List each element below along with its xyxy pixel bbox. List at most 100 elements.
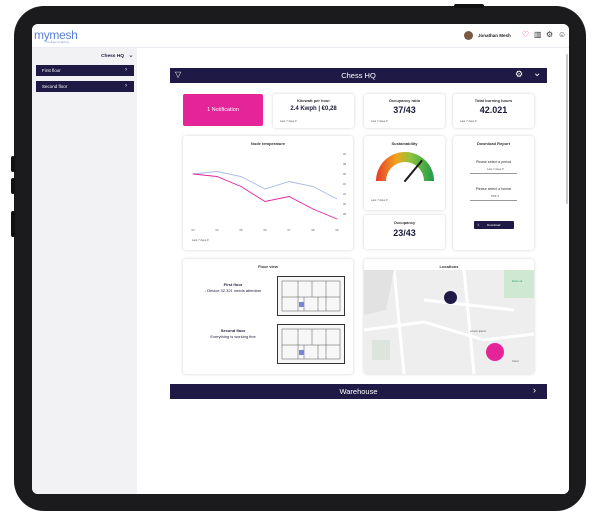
chevron-right-icon[interactable]: › bbox=[533, 385, 536, 395]
chevron-down-icon: ▾ bbox=[502, 167, 504, 171]
side-button bbox=[11, 211, 15, 237]
avatar[interactable] bbox=[464, 31, 473, 40]
floor-status: - Device 32.321 needs attention bbox=[204, 287, 262, 293]
app-screen: mymesh intelligent lighting Jonathan Mes… bbox=[32, 24, 569, 494]
sidebar-item-second-floor[interactable]: Second floor › bbox=[36, 81, 134, 92]
kwh-range[interactable]: Last 7 days ▾ bbox=[280, 119, 297, 123]
floor-view-title: Floor view bbox=[258, 264, 278, 269]
map-marker[interactable] bbox=[486, 343, 504, 361]
data-point bbox=[240, 176, 242, 177]
chevron-down-icon: ▾ bbox=[295, 119, 297, 123]
data-point bbox=[264, 201, 266, 202]
floorplan-drawing bbox=[281, 280, 341, 312]
floor-second-text[interactable]: Second floor Everything is working fine bbox=[193, 328, 273, 339]
series-line bbox=[192, 173, 338, 220]
stats-icon[interactable]: ▥ bbox=[534, 30, 542, 40]
y-tick-label: 40 bbox=[343, 152, 346, 156]
floor-status: Everything is working fine bbox=[210, 333, 256, 339]
data-point bbox=[336, 198, 338, 200]
burning-hours-card: Total burning hours 42.021 Last 7 days ▾ bbox=[453, 94, 534, 128]
period-select[interactable]: Last 7 days ▾ bbox=[487, 167, 504, 171]
map-label: Lorem ipsum bbox=[470, 329, 487, 333]
download-report-card: Download Report Please select a period L… bbox=[453, 136, 534, 250]
format-select[interactable]: PDF ▾ bbox=[491, 194, 499, 198]
x-tick-label: 08 bbox=[312, 228, 315, 232]
chevron-down-icon: ▾ bbox=[475, 119, 477, 123]
x-tick-label: 05 bbox=[240, 228, 243, 232]
location-header[interactable]: Warehouse › bbox=[170, 384, 547, 399]
tablet-frame: mymesh intelligent lighting Jonathan Mes… bbox=[11, 4, 586, 511]
volume-button bbox=[11, 178, 15, 194]
data-point bbox=[240, 186, 242, 187]
floor-plan-second[interactable] bbox=[277, 324, 345, 364]
occupancy-ratio-value: 37/43 bbox=[393, 105, 416, 115]
kwh-card: Kilowatt per hour 2.4 Kwph | €0,28 Last … bbox=[273, 94, 354, 128]
chart-range[interactable]: Last 7 days ▾ bbox=[192, 238, 209, 242]
sidebar-title[interactable]: Chess HQ bbox=[32, 54, 124, 59]
occupancy-card: Occupancy 23/43 bbox=[364, 215, 445, 249]
y-tick-label: 38 bbox=[343, 162, 346, 166]
data-point bbox=[336, 218, 338, 220]
chevron-down-icon: ▾ bbox=[207, 238, 209, 242]
main-content: ▽ Chess HQ ⚙ ⌄ 1 Notification Kilowatt p… bbox=[137, 48, 569, 494]
volume-button bbox=[11, 156, 15, 172]
divider bbox=[470, 200, 517, 201]
format-label: Please select a format bbox=[475, 187, 512, 191]
download-icon: ↧ bbox=[477, 222, 480, 227]
gauge-needle bbox=[404, 159, 423, 182]
data-point bbox=[264, 188, 266, 190]
notification-button[interactable]: 1 Notification bbox=[183, 94, 263, 126]
location-title: Warehouse bbox=[339, 387, 378, 396]
sustainability-gauge bbox=[376, 152, 434, 182]
y-tick-label: 32 bbox=[343, 192, 346, 196]
chevron-right-icon: › bbox=[125, 67, 127, 73]
temperature-chart: 03 04 05 06 07 08 09 28 30 32 34 36 38 40 bbox=[192, 152, 347, 232]
x-tick-label: 06 bbox=[264, 228, 267, 232]
occupancy-ratio-range[interactable]: Last 7 days ▾ bbox=[371, 119, 388, 123]
floor-first-text[interactable]: First floor - Device 32.321 needs attent… bbox=[193, 282, 273, 293]
scrollbar[interactable] bbox=[566, 54, 568, 204]
burning-hours-range[interactable]: Last 7 days ▾ bbox=[460, 119, 477, 123]
floor-plan-first[interactable] bbox=[277, 276, 345, 316]
chevron-down-icon: ▾ bbox=[386, 198, 388, 202]
chevron-right-icon: › bbox=[125, 83, 127, 89]
data-point bbox=[192, 173, 194, 175]
locations-map[interactable] bbox=[364, 270, 534, 374]
map-marker[interactable] bbox=[444, 291, 457, 304]
data-point bbox=[216, 176, 218, 177]
occupancy-ratio-title: Occupancy ratio bbox=[388, 98, 421, 103]
gear-icon[interactable]: ⚙ bbox=[515, 69, 523, 80]
period-label: Please select a period bbox=[475, 160, 512, 164]
x-tick-label: 03 bbox=[192, 228, 195, 232]
sidebar: Chess HQ ⌄ First floor › Second floor › bbox=[32, 48, 137, 494]
user-icon[interactable]: ☺ bbox=[558, 30, 566, 40]
burning-hours-value: 42.021 bbox=[479, 105, 508, 115]
data-point bbox=[312, 208, 314, 210]
sidebar-item-label: First floor bbox=[42, 68, 61, 73]
sustainability-card: Sustainability Last 7 days ▾ bbox=[364, 136, 445, 210]
occupancy-title: Occupancy bbox=[393, 220, 416, 225]
occupancy-ratio-card: Occupancy ratio 37/43 Last 7 days ▾ bbox=[364, 94, 445, 128]
y-tick-label: 30 bbox=[343, 202, 346, 206]
top-bar: mymesh intelligent lighting Jonathan Mes… bbox=[32, 24, 569, 48]
x-tick-label: 07 bbox=[288, 228, 291, 232]
user-name[interactable]: Jonathan Mesh bbox=[478, 33, 511, 38]
series-line bbox=[192, 171, 338, 200]
settings-icon[interactable]: ⚙ bbox=[546, 30, 553, 40]
power-button bbox=[454, 4, 484, 8]
sustainability-range[interactable]: Last 7 days ▾ bbox=[371, 198, 388, 202]
bell-icon[interactable]: ♡ bbox=[522, 30, 529, 40]
sidebar-item-first-floor[interactable]: First floor › bbox=[36, 65, 134, 76]
chevron-down-icon: ▾ bbox=[497, 194, 499, 198]
chevron-down-icon: ▾ bbox=[386, 119, 388, 123]
kwh-value: 2.4 Kwph | €0,28 bbox=[290, 106, 337, 112]
data-point bbox=[216, 171, 218, 172]
location-header[interactable]: ▽ Chess HQ ⚙ ⌄ bbox=[170, 68, 547, 83]
data-point bbox=[288, 181, 290, 182]
x-tick-label: 09 bbox=[336, 228, 339, 232]
download-button[interactable]: ↧ Download bbox=[474, 221, 514, 229]
chevron-down-icon[interactable]: ⌄ bbox=[533, 68, 541, 79]
y-tick-label: 28 bbox=[343, 212, 346, 216]
chevron-down-icon[interactable]: ⌄ bbox=[128, 51, 134, 59]
logo-tagline: intelligent lighting bbox=[46, 40, 70, 44]
